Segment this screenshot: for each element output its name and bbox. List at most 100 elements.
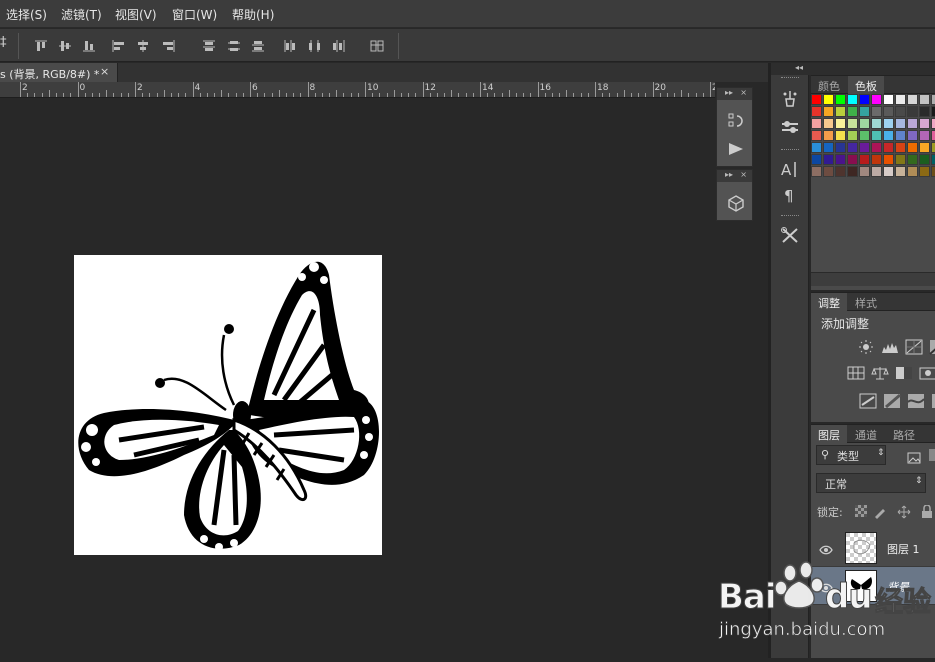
color-swatch[interactable] xyxy=(859,130,870,141)
color-swatch[interactable] xyxy=(931,166,935,177)
color-swatch[interactable] xyxy=(919,166,930,177)
vibrance-icon[interactable] xyxy=(847,365,865,381)
color-swatch[interactable] xyxy=(907,142,918,153)
distribute-vcenter-icon[interactable] xyxy=(226,38,242,52)
color-swatch[interactable] xyxy=(871,118,882,129)
distribute-bottom-icon[interactable] xyxy=(250,38,266,52)
levels-icon[interactable] xyxy=(881,339,899,355)
document-tab[interactable]: s (背景, RGB/8#) * × xyxy=(0,63,118,82)
distribute-right-icon[interactable] xyxy=(331,38,347,52)
color-swatch[interactable] xyxy=(907,94,918,105)
color-swatch[interactable] xyxy=(907,130,918,141)
menu-filter[interactable]: 滤镜(T) xyxy=(61,6,102,23)
tool-presets-icon[interactable] xyxy=(779,225,801,245)
color-swatch[interactable] xyxy=(811,94,822,105)
auto-align-icon[interactable] xyxy=(369,38,385,52)
color-swatch[interactable] xyxy=(895,106,906,117)
dock-grip[interactable] xyxy=(781,149,799,152)
color-swatch[interactable] xyxy=(835,118,846,129)
color-swatch[interactable] xyxy=(871,142,882,153)
color-swatch[interactable] xyxy=(859,118,870,129)
color-swatch[interactable] xyxy=(823,118,834,129)
align-vcenter-icon[interactable] xyxy=(57,38,73,52)
color-swatch[interactable] xyxy=(859,94,870,105)
color-swatch[interactable] xyxy=(895,142,906,153)
color-swatch[interactable] xyxy=(847,106,858,117)
horizontal-ruler[interactable]: 20246810121416182022 xyxy=(0,82,715,98)
distribute-top-icon[interactable] xyxy=(201,38,217,52)
dock-grip[interactable] xyxy=(781,215,799,218)
color-swatch[interactable] xyxy=(883,130,894,141)
color-swatch[interactable] xyxy=(847,154,858,165)
lock-pixels-icon[interactable] xyxy=(873,504,887,519)
bw-icon[interactable] xyxy=(895,365,913,381)
color-swatch[interactable] xyxy=(919,118,930,129)
menu-select[interactable]: 选择(S) xyxy=(6,6,47,23)
align-hcenter-icon[interactable] xyxy=(135,38,151,52)
color-swatch[interactable] xyxy=(907,106,918,117)
close-icon[interactable]: × xyxy=(740,170,747,179)
lock-position-icon[interactable] xyxy=(897,504,911,519)
color-swatch[interactable] xyxy=(811,166,822,177)
color-swatch[interactable] xyxy=(883,94,894,105)
color-swatch[interactable] xyxy=(907,166,918,177)
color-swatch[interactable] xyxy=(847,118,858,129)
color-swatch[interactable] xyxy=(931,94,935,105)
align-right-icon[interactable] xyxy=(160,38,176,52)
distribute-hcenter-icon[interactable] xyxy=(307,38,323,52)
balance-icon[interactable] xyxy=(871,365,889,381)
color-swatch[interactable] xyxy=(811,142,822,153)
lock-transparent-icon[interactable] xyxy=(855,505,867,517)
color-swatch[interactable] xyxy=(823,154,834,165)
color-swatch[interactable] xyxy=(847,166,858,177)
color-swatch[interactable] xyxy=(919,154,930,165)
color-swatch[interactable] xyxy=(811,154,822,165)
tab-layers[interactable]: 图层 xyxy=(811,425,847,443)
photo-filter-icon[interactable] xyxy=(919,365,935,381)
color-swatch[interactable] xyxy=(847,142,858,153)
exposure-icon[interactable] xyxy=(929,339,935,355)
eye-icon[interactable] xyxy=(819,541,833,555)
menu-help[interactable]: 帮助(H) xyxy=(232,6,274,23)
distribute-left-icon[interactable] xyxy=(283,38,299,52)
color-swatch[interactable] xyxy=(835,142,846,153)
color-swatch[interactable] xyxy=(895,118,906,129)
color-swatch[interactable] xyxy=(895,130,906,141)
color-swatch[interactable] xyxy=(871,166,882,177)
color-swatch[interactable] xyxy=(931,118,935,129)
color-swatch[interactable] xyxy=(883,154,894,165)
filter-icon[interactable] xyxy=(929,449,935,461)
align-top-icon[interactable] xyxy=(33,38,49,52)
color-swatch[interactable] xyxy=(919,94,930,105)
tab-paths[interactable]: 路径 xyxy=(886,425,922,443)
color-swatch[interactable] xyxy=(883,118,894,129)
color-swatch[interactable] xyxy=(823,94,834,105)
tab-color[interactable]: 颜色 xyxy=(811,76,847,94)
align-left-icon[interactable] xyxy=(111,38,127,52)
color-swatch[interactable] xyxy=(835,106,846,117)
color-swatch[interactable] xyxy=(883,166,894,177)
color-swatch[interactable] xyxy=(907,154,918,165)
color-swatch[interactable] xyxy=(823,142,834,153)
expand-icon[interactable]: ▸▸ xyxy=(725,170,733,179)
color-swatch[interactable] xyxy=(859,142,870,153)
tab-adjustments[interactable]: 调整 xyxy=(811,293,847,311)
color-swatch[interactable] xyxy=(883,106,894,117)
invert-icon[interactable] xyxy=(859,393,877,409)
color-swatch[interactable] xyxy=(835,154,846,165)
threshold-icon[interactable] xyxy=(931,393,935,409)
color-swatch[interactable] xyxy=(859,154,870,165)
3d-cube-icon[interactable] xyxy=(726,194,746,214)
color-swatch[interactable] xyxy=(823,166,834,177)
gradient-map-icon[interactable] xyxy=(883,393,901,409)
color-swatch[interactable] xyxy=(871,106,882,117)
lock-all-icon[interactable] xyxy=(921,504,933,518)
color-swatch[interactable] xyxy=(823,106,834,117)
color-swatch[interactable] xyxy=(895,154,906,165)
selective-color-icon[interactable] xyxy=(907,393,925,409)
color-swatch[interactable] xyxy=(907,118,918,129)
color-swatch[interactable] xyxy=(847,94,858,105)
tab-channels[interactable]: 通道 xyxy=(848,425,884,443)
color-swatch[interactable] xyxy=(919,130,930,141)
tab-swatches[interactable]: 色板 xyxy=(848,76,884,94)
